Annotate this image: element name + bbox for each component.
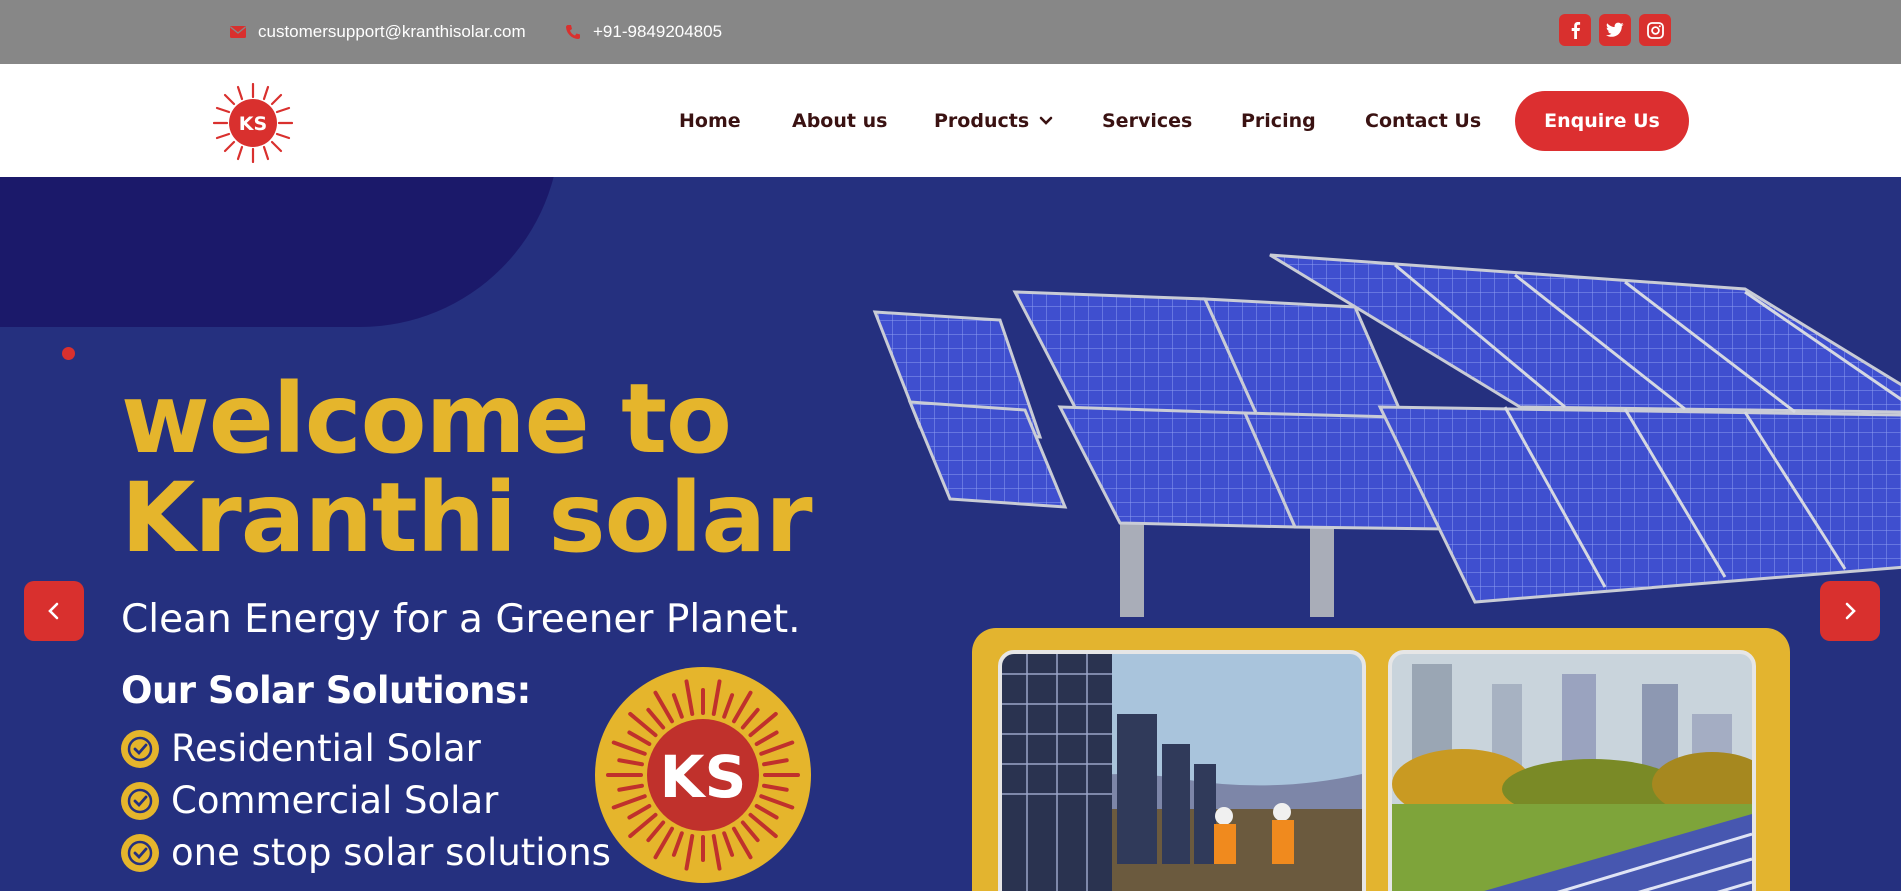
solution-label: one stop solar solutions	[171, 831, 611, 874]
photo-gallery	[972, 628, 1790, 891]
ks-sun-badge: KS	[595, 667, 811, 883]
company-logo[interactable]: KS	[213, 83, 293, 163]
nav-products[interactable]: Products	[934, 64, 1053, 177]
chevron-right-icon	[1845, 602, 1856, 620]
main-navigation: KS Home About us Products Services Prici…	[0, 64, 1901, 177]
nav-products-label: Products	[934, 109, 1030, 132]
decorative-blob	[0, 177, 560, 327]
nav-home[interactable]: Home	[679, 64, 741, 177]
slider-prev-button[interactable]	[24, 581, 84, 641]
solution-label: Commercial Solar	[171, 779, 499, 822]
phone-icon	[566, 25, 580, 39]
check-circle-icon	[121, 729, 159, 768]
hero-title-line2: Kranthi solar	[121, 462, 813, 574]
facebook-link[interactable]	[1559, 14, 1591, 46]
email-text[interactable]: customersupport@kranthisolar.com	[258, 22, 526, 42]
nav-contact-us[interactable]: Contact Us	[1365, 64, 1481, 177]
solution-item: Residential Solar	[121, 727, 481, 770]
nav-pricing[interactable]: Pricing	[1241, 64, 1316, 177]
chevron-left-icon	[48, 602, 59, 620]
city-solar-photo	[1388, 650, 1756, 891]
phone-text[interactable]: +91-9849204805	[593, 22, 722, 42]
check-circle-icon	[121, 833, 159, 872]
solar-panels-illustration	[872, 253, 1901, 617]
facebook-icon	[1571, 22, 1581, 39]
instagram-link[interactable]	[1639, 14, 1671, 46]
slider-next-button[interactable]	[1820, 581, 1880, 641]
instagram-icon	[1646, 21, 1664, 39]
logo-text: KS	[239, 113, 267, 135]
solar-farm-photo	[998, 650, 1366, 891]
twitter-link[interactable]	[1599, 14, 1631, 46]
solution-item: Commercial Solar	[121, 779, 498, 822]
badge-text: KS	[660, 743, 747, 811]
contact-email[interactable]: customersupport@kranthisolar.com	[230, 0, 526, 64]
twitter-icon	[1606, 22, 1624, 37]
solutions-heading: Our Solar Solutions:	[121, 669, 531, 712]
check-circle-icon	[121, 781, 159, 820]
hero-slider: welcome to Kranthi solar Clean Energy fo…	[0, 177, 1901, 891]
hero-subtitle: Clean Energy for a Greener Planet.	[121, 597, 801, 642]
contact-phone[interactable]: +91-9849204805	[565, 0, 722, 64]
nav-about-us[interactable]: About us	[792, 64, 887, 177]
chevron-down-icon	[1039, 116, 1053, 125]
envelope-icon	[230, 26, 246, 38]
decorative-dot	[62, 347, 75, 360]
solution-label: Residential Solar	[171, 727, 481, 770]
solution-item: one stop solar solutions	[121, 831, 611, 874]
nav-services[interactable]: Services	[1102, 64, 1192, 177]
hero-title-line1: welcome to	[121, 363, 732, 475]
enquire-button[interactable]: Enquire Us	[1515, 91, 1689, 151]
top-bar: customersupport@kranthisolar.com +91-984…	[0, 0, 1901, 64]
